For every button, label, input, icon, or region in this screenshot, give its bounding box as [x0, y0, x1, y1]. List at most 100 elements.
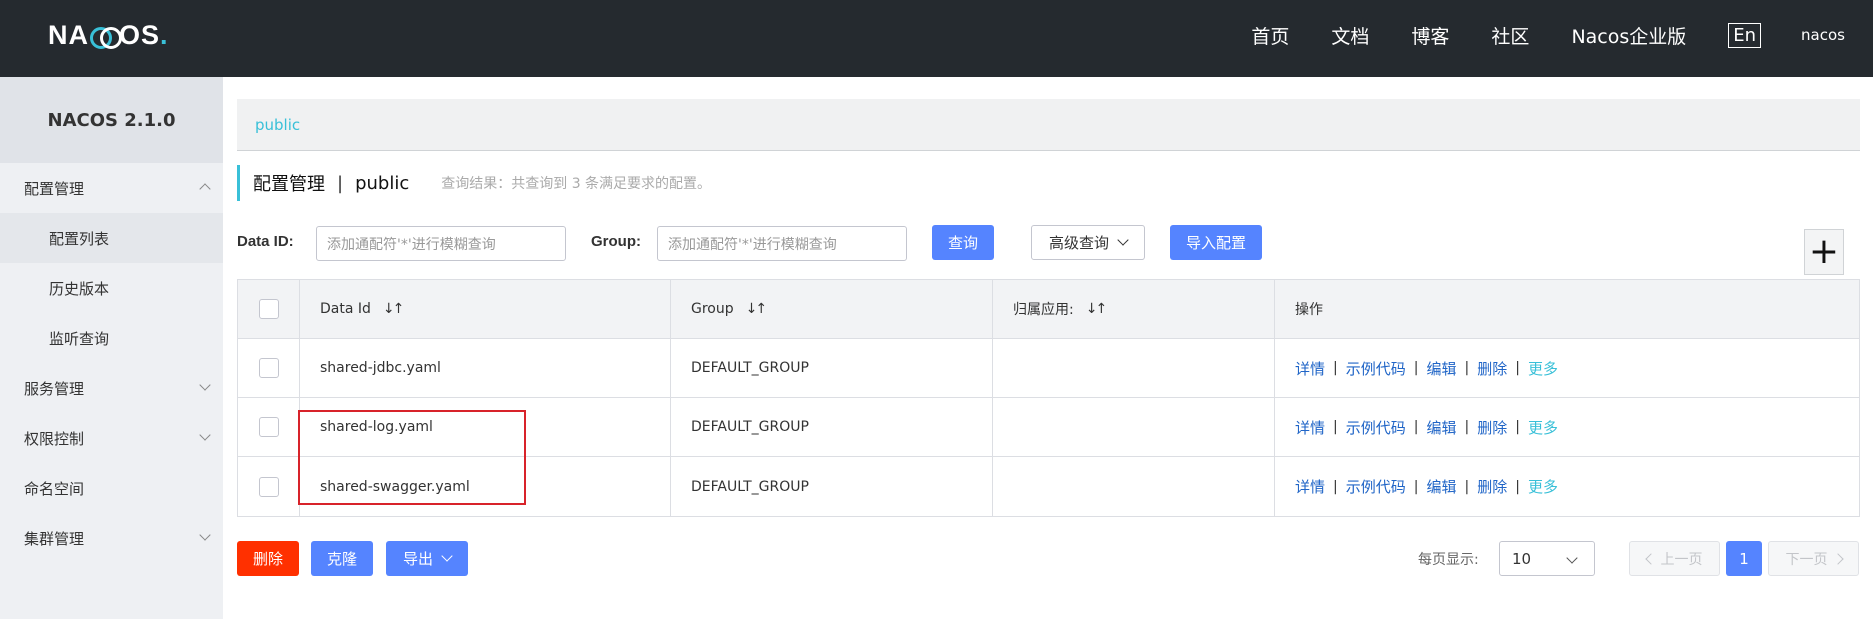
- search-button[interactable]: 查询: [932, 225, 994, 260]
- cell-data-id: shared-jdbc.yaml: [300, 339, 671, 397]
- sidebar-item-history[interactable]: 历史版本: [0, 263, 223, 313]
- sidebar: NACOS 2.1.0 配置管理 配置列表 历史版本 监听查询 服务管理 权限控…: [0, 77, 223, 619]
- data-id-input[interactable]: 添加通配符'*'进行模糊查询: [316, 226, 566, 261]
- chevron-right-icon: [1831, 552, 1844, 565]
- next-page-button[interactable]: 下一页: [1768, 541, 1859, 576]
- select-all-checkbox[interactable]: [258, 299, 279, 319]
- logo-text-end: OS: [119, 19, 161, 50]
- column-header-app[interactable]: 归属应用: ↓↑: [993, 280, 1275, 338]
- top-navbar: NA OS . 首页 文档 博客 社区 Nacos企业版 En nacos: [0, 0, 1873, 77]
- logo-c-mark: [90, 25, 122, 49]
- nav-docs[interactable]: 文档: [1331, 22, 1369, 49]
- chevron-down-icon: [1117, 234, 1129, 246]
- export-button[interactable]: 导出: [386, 541, 468, 576]
- separator: |: [1515, 478, 1520, 495]
- sidebar-item-cluster-management[interactable]: 集群管理: [0, 513, 223, 563]
- add-config-button[interactable]: +: [1804, 229, 1844, 275]
- page-title: 配置管理 | public 查询结果：共查询到 3 条满足要求的配置。: [237, 165, 711, 201]
- column-header-group[interactable]: Group ↓↑: [671, 280, 993, 338]
- nav-enterprise[interactable]: Nacos企业版: [1571, 22, 1686, 49]
- title-separator: |: [337, 172, 344, 194]
- advanced-search-button[interactable]: 高级查询: [1031, 225, 1145, 260]
- batch-delete-button[interactable]: 删除: [237, 541, 299, 576]
- page-size-select[interactable]: 10: [1499, 541, 1595, 576]
- cell-actions: 详情 | 示例代码 | 编辑 | 删除 | 更多: [1275, 457, 1859, 516]
- cell-group: DEFAULT_GROUP: [671, 339, 993, 397]
- select-all-cell: [238, 280, 300, 338]
- nav-home[interactable]: 首页: [1251, 22, 1289, 49]
- sidebar-item-access-control[interactable]: 权限控制: [0, 413, 223, 463]
- sample-code-link[interactable]: 示例代码: [1346, 476, 1406, 497]
- sort-icon[interactable]: ↓↑: [383, 301, 405, 317]
- page-title-namespace: public: [355, 172, 410, 194]
- more-link[interactable]: 更多: [1528, 476, 1558, 497]
- separator: |: [1413, 419, 1419, 435]
- table-header-row: Data Id ↓↑ Group ↓↑ 归属应用: ↓↑ 操作: [238, 280, 1859, 339]
- separator: |: [1464, 478, 1470, 495]
- column-header-data-id[interactable]: Data Id ↓↑: [300, 280, 671, 338]
- page-number-current[interactable]: 1: [1726, 541, 1762, 576]
- column-header-actions: 操作: [1295, 302, 1323, 318]
- import-config-button[interactable]: 导入配置: [1170, 225, 1262, 260]
- row-checkbox[interactable]: [258, 358, 279, 378]
- filter-bar: Data ID: 添加通配符'*'进行模糊查询 Group: 添加通配符'*'进…: [237, 225, 1860, 261]
- clone-button[interactable]: 克隆: [311, 541, 373, 576]
- sidebar-item-label: 命名空间: [24, 479, 85, 498]
- chevron-down-icon: [441, 550, 453, 562]
- nav-community[interactable]: 社区: [1491, 22, 1529, 49]
- cell-app: [993, 398, 1275, 456]
- details-link[interactable]: 详情: [1295, 358, 1325, 379]
- query-result-text: 查询结果：共查询到 3 条满足要求的配置。: [441, 176, 712, 192]
- chevron-down-icon: [1566, 552, 1578, 564]
- details-link[interactable]: 详情: [1295, 417, 1325, 438]
- sidebar-item-config-list[interactable]: 配置列表: [0, 213, 223, 263]
- edit-link[interactable]: 编辑: [1426, 476, 1456, 497]
- row-checkbox[interactable]: [258, 417, 279, 437]
- cell-actions: 详情 | 示例代码 | 编辑 | 删除 | 更多: [1275, 339, 1859, 397]
- group-input[interactable]: 添加通配符'*'进行模糊查询: [657, 226, 907, 261]
- advanced-search-label: 高级查询: [1048, 234, 1109, 252]
- nav-blog[interactable]: 博客: [1411, 22, 1449, 49]
- row-select-cell: [238, 398, 300, 456]
- more-link[interactable]: 更多: [1528, 358, 1558, 379]
- separator: |: [1333, 419, 1338, 435]
- group-label: Group:: [591, 233, 641, 250]
- separator: |: [1413, 478, 1419, 495]
- separator: |: [1464, 419, 1470, 435]
- sidebar-item-label: 服务管理: [24, 379, 85, 398]
- cell-app: [993, 457, 1275, 516]
- cell-app: [993, 339, 1275, 397]
- separator: |: [1515, 419, 1520, 435]
- cell-group: DEFAULT_GROUP: [671, 457, 993, 516]
- edit-link[interactable]: 编辑: [1426, 358, 1456, 379]
- user-menu[interactable]: nacos: [1801, 26, 1845, 44]
- namespace-tab-public[interactable]: public: [255, 116, 300, 134]
- sidebar-item-namespace[interactable]: 命名空间: [0, 463, 223, 513]
- prev-page-button[interactable]: 上一页: [1629, 541, 1720, 576]
- language-toggle[interactable]: En: [1728, 22, 1762, 48]
- sort-icon[interactable]: ↓↑: [746, 301, 768, 317]
- delete-link[interactable]: 删除: [1477, 476, 1507, 497]
- data-id-label: Data ID:: [237, 233, 294, 250]
- chevron-down-icon: [199, 529, 211, 541]
- separator: |: [1464, 360, 1470, 376]
- sample-code-link[interactable]: 示例代码: [1346, 417, 1406, 438]
- sample-code-link[interactable]: 示例代码: [1346, 358, 1406, 379]
- edit-link[interactable]: 编辑: [1426, 417, 1456, 438]
- sidebar-item-listener-query[interactable]: 监听查询: [0, 313, 223, 363]
- page-size-value: 10: [1512, 549, 1532, 568]
- sidebar-item-config-management[interactable]: 配置管理: [0, 163, 223, 213]
- details-link[interactable]: 详情: [1295, 476, 1325, 497]
- separator: |: [1515, 360, 1520, 376]
- next-page-label: 下一页: [1785, 551, 1828, 568]
- delete-link[interactable]: 删除: [1477, 417, 1507, 438]
- sidebar-item-service-management[interactable]: 服务管理: [0, 363, 223, 413]
- sort-icon[interactable]: ↓↑: [1086, 301, 1108, 317]
- more-link[interactable]: 更多: [1528, 417, 1558, 438]
- nacos-logo[interactable]: NA OS .: [48, 20, 169, 50]
- delete-link[interactable]: 删除: [1477, 358, 1507, 379]
- separator: |: [1333, 360, 1338, 376]
- row-checkbox[interactable]: [258, 476, 279, 497]
- top-nav: 首页 文档 博客 社区 Nacos企业版 En nacos: [1251, 0, 1873, 70]
- namespace-bar: public: [237, 99, 1860, 151]
